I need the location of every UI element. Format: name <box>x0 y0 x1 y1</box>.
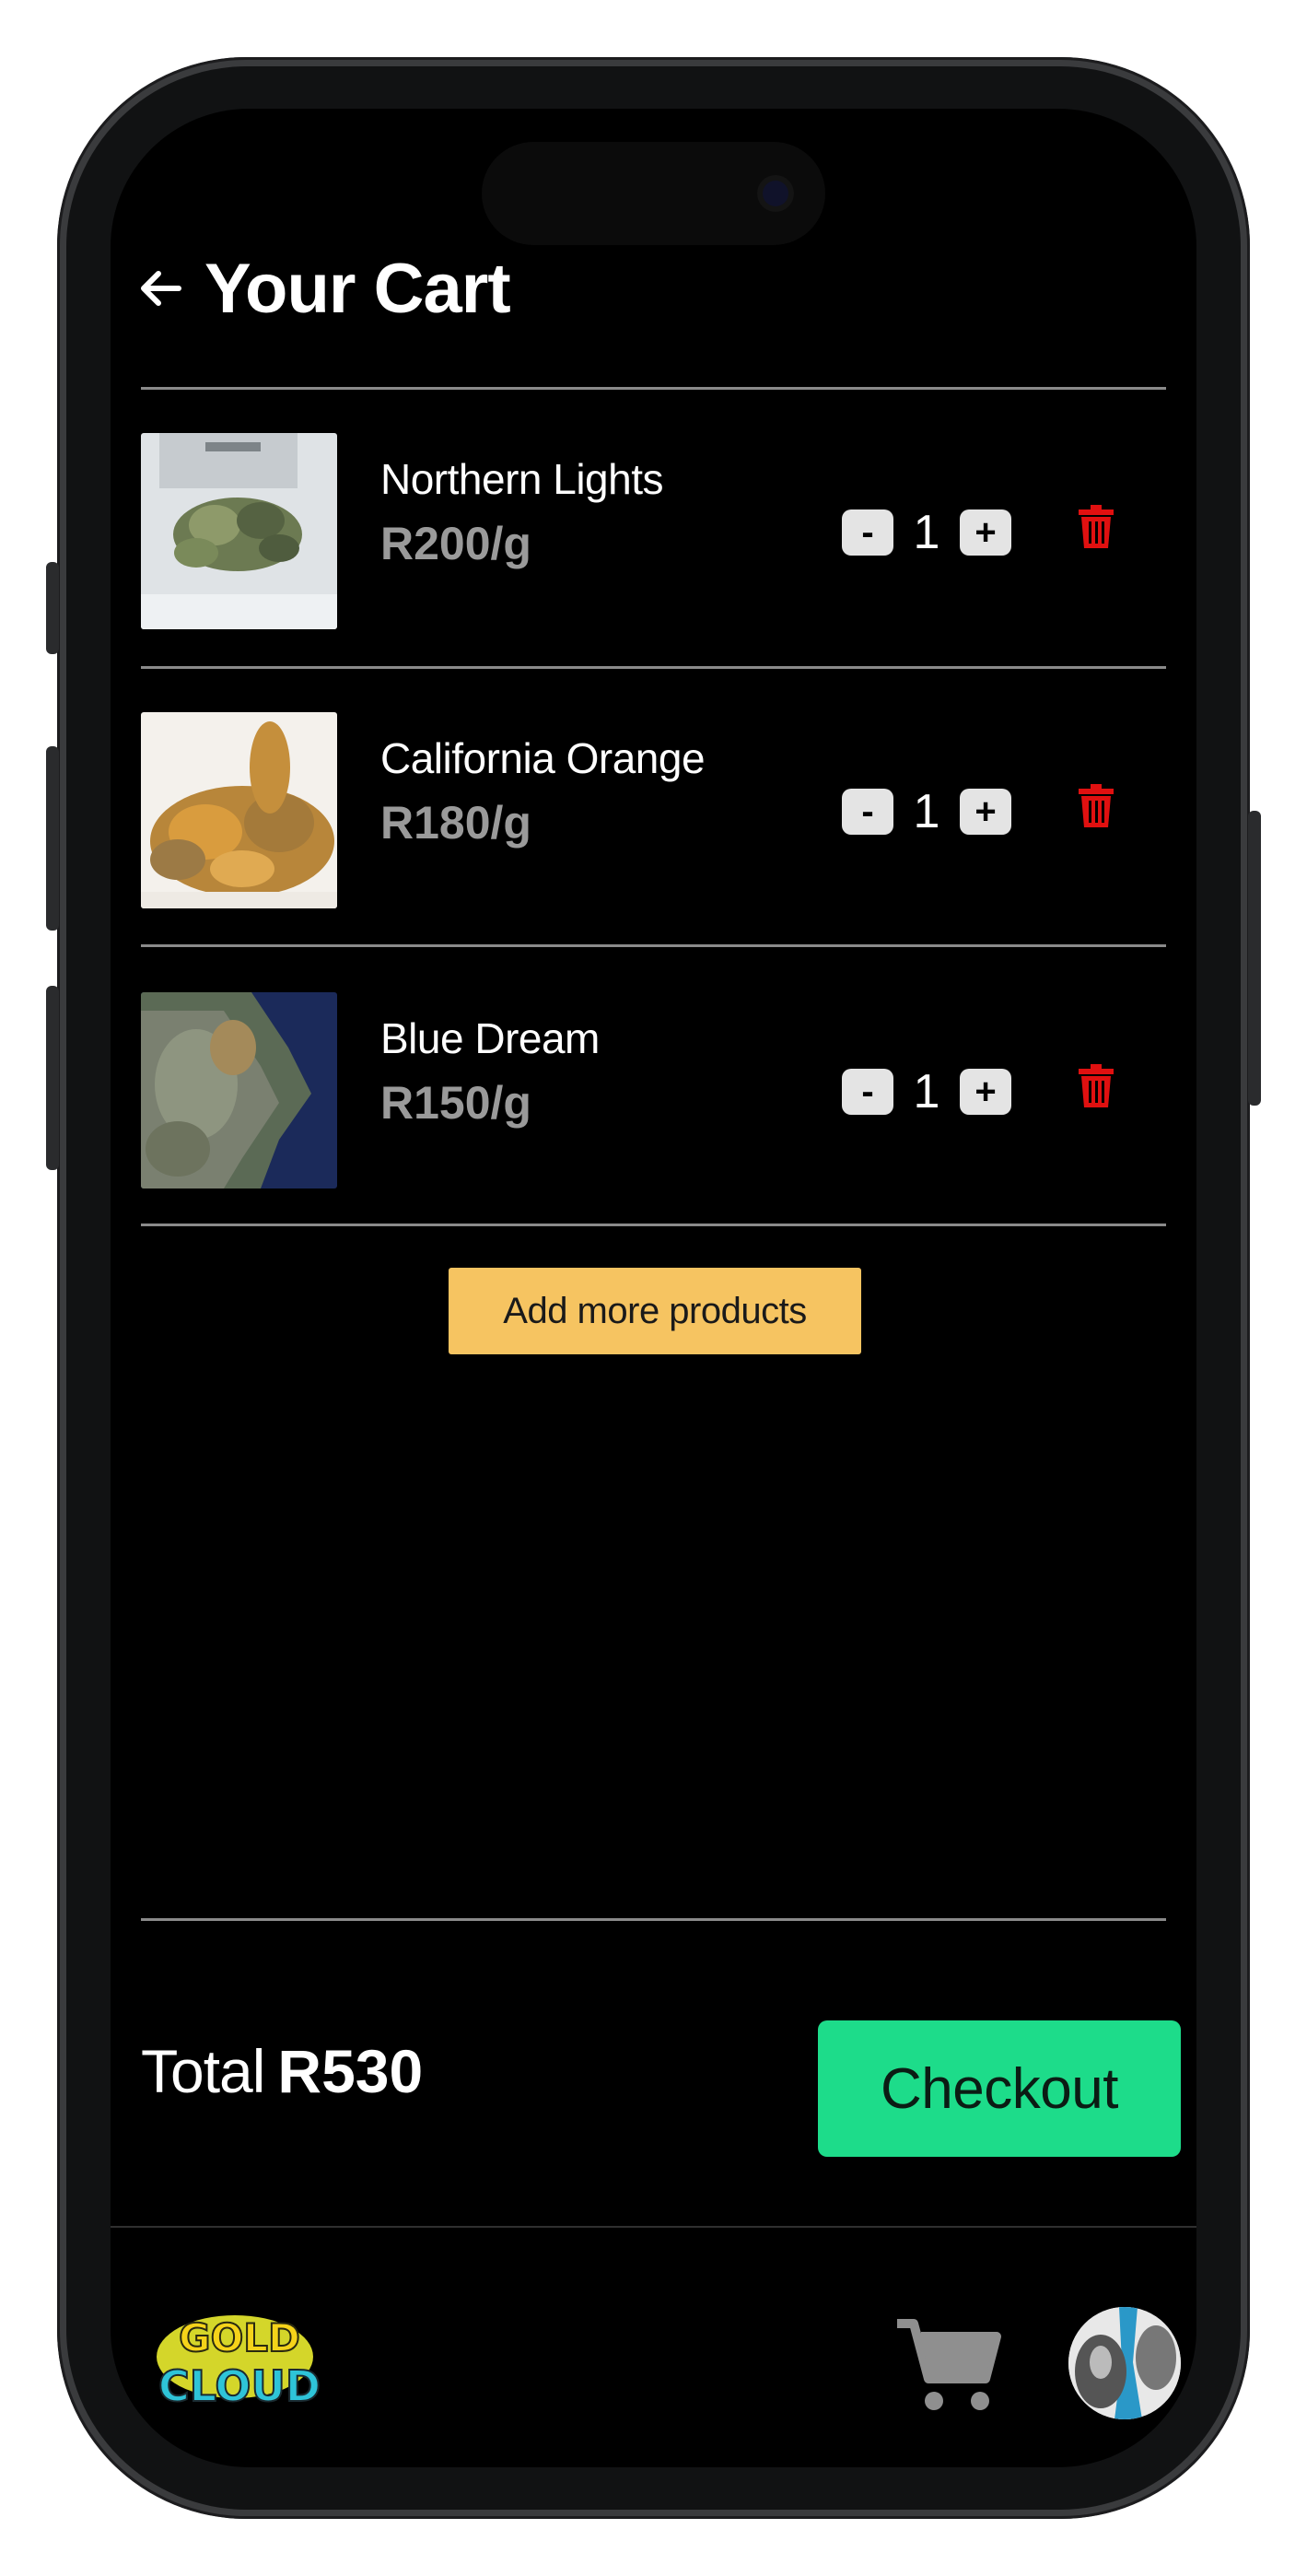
item-info: California Orange R180/g <box>380 733 706 849</box>
item-price: R200/g <box>380 518 531 569</box>
quantity-stepper: - 1 + <box>842 784 1011 839</box>
item-info: Blue Dream R150/g <box>380 1013 600 1130</box>
front-camera <box>763 181 788 206</box>
decrement-button[interactable]: - <box>842 1069 893 1115</box>
product-image-northern-lights[interactable] <box>141 433 337 629</box>
decrement-button[interactable]: - <box>842 789 893 835</box>
volume-down-button <box>46 986 59 1170</box>
decrement-button[interactable]: - <box>842 509 893 556</box>
item-divider <box>141 1224 1166 1226</box>
item-price: R150/g <box>380 1077 531 1129</box>
quantity-value: 1 <box>913 1065 940 1118</box>
nav-divider <box>111 2226 1196 2228</box>
cart-header: Your Cart <box>138 238 511 339</box>
item-name: Blue Dream <box>380 1014 600 1062</box>
profile-avatar[interactable] <box>1068 2307 1181 2419</box>
quantity-stepper: - 1 + <box>842 505 1011 560</box>
trash-icon[interactable] <box>1073 783 1119 829</box>
svg-text:CLOUD: CLOUD <box>158 2361 321 2411</box>
increment-button[interactable]: + <box>960 509 1011 556</box>
total-value: R530 <box>277 2037 424 2105</box>
increment-button[interactable]: + <box>960 1069 1011 1115</box>
quantity-value: 1 <box>913 506 940 559</box>
volume-up-button <box>46 746 59 931</box>
total-row: Total R530 <box>141 2036 423 2106</box>
cart-item: Northern Lights R200/g - 1 + <box>141 390 1166 666</box>
trash-icon[interactable] <box>1073 1063 1119 1109</box>
cart-icon[interactable] <box>893 2314 1004 2416</box>
summary-divider <box>141 1918 1166 1921</box>
quantity-value: 1 <box>913 785 940 838</box>
item-divider <box>141 944 1166 947</box>
gold-cloud-logo[interactable]: GOLD CLOUD <box>147 2300 332 2419</box>
add-more-products-button[interactable]: Add more products <box>449 1268 861 1354</box>
checkout-button[interactable]: Checkout <box>818 2020 1181 2157</box>
trash-icon[interactable] <box>1073 504 1119 550</box>
power-button <box>1248 811 1261 1106</box>
cart-item: Blue Dream R150/g - 1 + <box>141 949 1166 1225</box>
product-image-blue-dream[interactable] <box>141 992 337 1188</box>
item-name: Northern Lights <box>380 455 664 503</box>
app-screen: Your Cart Northern Lights R200/g - 1 + C… <box>111 109 1196 2467</box>
total-label: Total <box>141 2037 265 2105</box>
arrow-left-icon[interactable] <box>138 261 193 316</box>
increment-button[interactable]: + <box>960 789 1011 835</box>
quantity-stepper: - 1 + <box>842 1064 1011 1119</box>
page-title: Your Cart <box>204 249 511 328</box>
dynamic-island <box>482 142 825 245</box>
cart-item: California Orange R180/g - 1 + <box>141 669 1166 945</box>
svg-text:GOLD: GOLD <box>179 2315 300 2360</box>
item-info: Northern Lights R200/g <box>380 454 664 570</box>
item-price: R180/g <box>380 797 531 849</box>
item-name: California Orange <box>380 734 706 782</box>
product-image-california-orange[interactable] <box>141 712 337 908</box>
mute-switch <box>46 562 59 654</box>
